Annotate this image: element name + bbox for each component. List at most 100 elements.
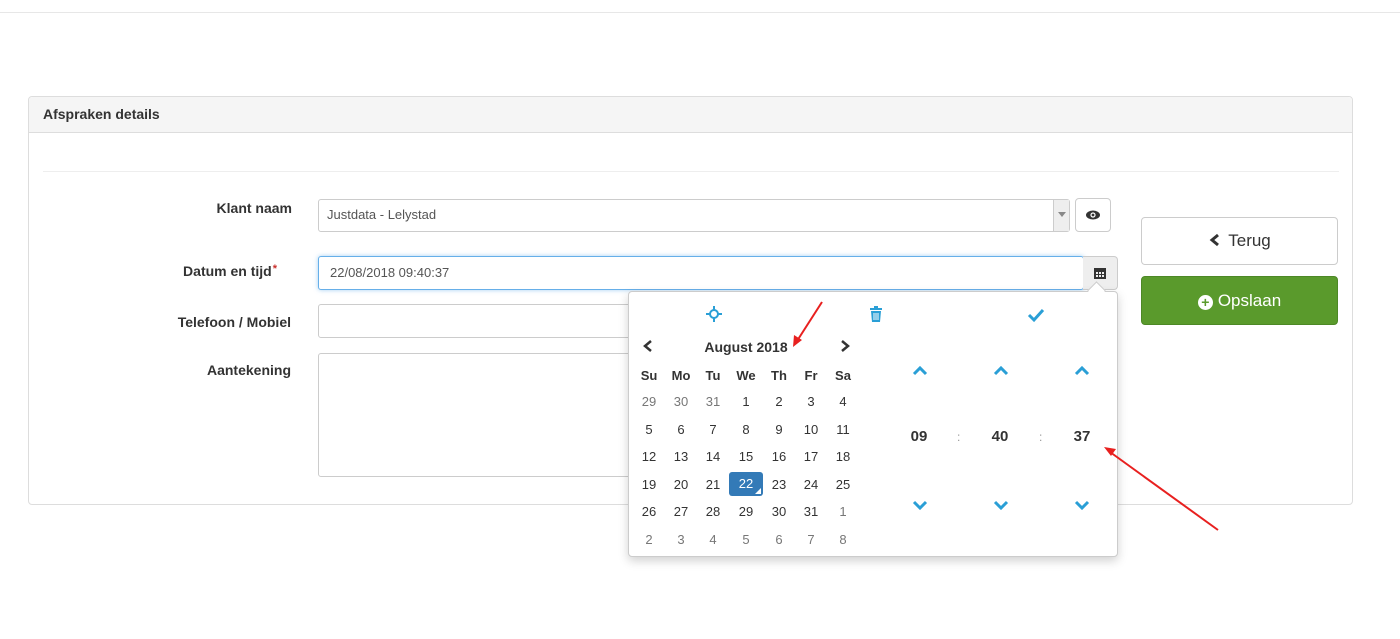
second-value[interactable]: 37 [1062,428,1102,445]
calendar-day[interactable]: 15 [729,443,763,471]
calendar-day[interactable]: 3 [665,526,697,554]
plus-circle-icon: + [1197,295,1213,310]
calendar-week-row: 12 13 14 15 16 17 18 [633,443,859,471]
hour-decrement-chevron-down-icon[interactable] [911,500,929,510]
calendar-day-selected[interactable]: 22 [729,471,763,499]
calendar-day[interactable]: 30 [665,388,697,416]
check-icon[interactable] [1027,307,1045,323]
calendar-day[interactable]: 13 [665,443,697,471]
calendar-day[interactable]: 14 [697,443,729,471]
calendar-day[interactable]: 11 [827,416,859,444]
prev-month-button[interactable] [642,339,654,353]
minute-increment-chevron-up-icon[interactable] [992,366,1010,376]
calendar-day[interactable]: 4 [697,526,729,554]
calendar-day[interactable]: 25 [827,471,859,499]
weekday-header-row: Su Mo Tu We Th Fr Sa [633,362,859,388]
calendar-day[interactable]: 18 [827,443,859,471]
next-month-button[interactable] [839,339,851,353]
calendar-day[interactable]: 1 [827,498,859,526]
phone-input[interactable] [318,304,638,338]
weekday-header: We [736,367,756,383]
calendar-week-row: 2345678 [633,526,859,554]
panel-divider [43,171,1339,172]
view-client-button[interactable] [1075,198,1111,232]
calendar-day[interactable]: 8 [827,526,859,554]
panel-title: Afspraken details [29,97,1352,133]
chevron-left-icon [1209,233,1220,247]
datetime-label-text: Datum en tijd [183,263,272,279]
calendar-day[interactable]: 21 [697,471,729,499]
calendar-day[interactable]: 29 [729,498,763,526]
second-increment-chevron-up-icon[interactable] [1073,366,1091,376]
month-title[interactable]: August 2018 [686,339,806,355]
calendar-day[interactable]: 16 [763,443,795,471]
back-button-label: Terug [1228,231,1271,250]
calendar-day[interactable]: 28 [697,498,729,526]
calendar-day[interactable]: 8 [729,416,763,444]
calendar-day[interactable]: 27 [665,498,697,526]
save-button[interactable]: + Opslaan [1141,276,1338,325]
minute-value[interactable]: 40 [980,428,1020,445]
calendar-day[interactable]: 2 [633,526,665,554]
top-divider [0,12,1400,13]
calendar-day[interactable]: 24 [795,471,827,499]
datetime-input-value: 22/08/2018 09:40:37 [330,265,450,280]
client-select-value: Justdata - Lelystad [327,207,437,222]
calendar-day[interactable]: 26 [633,498,665,526]
calendar-day[interactable]: 12 [633,443,665,471]
calendar-day[interactable]: 6 [763,526,795,554]
datetime-label: Datum en tijd* [77,263,277,279]
select-dropdown-arrow[interactable] [1053,200,1069,231]
crosshair-icon[interactable] [705,305,723,323]
weekday-header: Tu [705,367,721,383]
selected-day-label: 22 [729,472,763,497]
trash-icon[interactable] [868,306,884,323]
hour-value[interactable]: 09 [899,428,939,445]
calendar-week-row: 29 30 31 1 2 3 4 [633,388,859,416]
back-button[interactable]: Terug [1141,217,1338,265]
calendar-day[interactable]: 3 [795,388,827,416]
calendar-days: 29 30 31 1 2 3 4 5 6 7 8 9 10 11 12 13 14 15 16 17 18 19 20 21 2… [633,388,859,553]
phone-label: Telefoon / Mobiel [177,314,291,330]
weekday-header: Sa [835,367,851,383]
second-decrement-chevron-down-icon[interactable] [1073,500,1091,510]
minute-decrement-chevron-down-icon[interactable] [992,500,1010,510]
calendar-day[interactable]: 2 [763,388,795,416]
time-separator: : [1039,430,1043,444]
time-separator: : [957,430,961,444]
calendar-day[interactable]: 20 [665,471,697,499]
required-mark: * [272,263,277,275]
calendar-day[interactable]: 1 [729,388,763,416]
client-select[interactable]: Justdata - Lelystad [318,199,1070,232]
calendar-day[interactable]: 29 [633,388,665,416]
calendar-day[interactable]: 30 [763,498,795,526]
calendar-day[interactable]: 10 [795,416,827,444]
calendar-day[interactable]: 7 [795,526,827,554]
calendar-day[interactable]: 9 [763,416,795,444]
calendar-day[interactable]: 31 [697,388,729,416]
calendar-day[interactable]: 31 [795,498,827,526]
eye-icon [1086,210,1100,220]
weekday-header: Mo [671,367,691,383]
calendar-day[interactable]: 5 [633,416,665,444]
notes-textarea[interactable] [318,353,638,477]
client-label: Klant naam [216,200,292,216]
calendar-day[interactable]: 19 [633,471,665,499]
weekday-header: Fr [804,367,818,383]
calendar-week-row: 26 27 28 29 30 31 1 [633,498,859,526]
calendar-week-row: 5 6 7 8 9 10 11 [633,416,859,444]
calendar-day[interactable]: 5 [729,526,763,554]
calendar-day[interactable]: 4 [827,388,859,416]
calendar-day[interactable]: 23 [763,471,795,499]
save-button-label: Opslaan [1217,291,1282,310]
calendar-day[interactable]: 7 [697,416,729,444]
weekday-header: Th [771,367,787,383]
datetime-input[interactable]: 22/08/2018 09:40:37 [318,256,1084,290]
hour-increment-chevron-up-icon[interactable] [911,366,929,376]
notes-label: Aantekening [206,362,291,378]
weekday-header: Su [640,367,658,383]
calendar-week-row: 19 20 21 22 23 24 25 [633,471,859,499]
calendar-day[interactable]: 17 [795,443,827,471]
calendar-day[interactable]: 6 [665,416,697,444]
calendar-grid: Su Mo Tu We Th Fr Sa 29 30 31 1 2 3 4 5 6 7 8 9 10 11 12 13 14… [633,362,859,553]
